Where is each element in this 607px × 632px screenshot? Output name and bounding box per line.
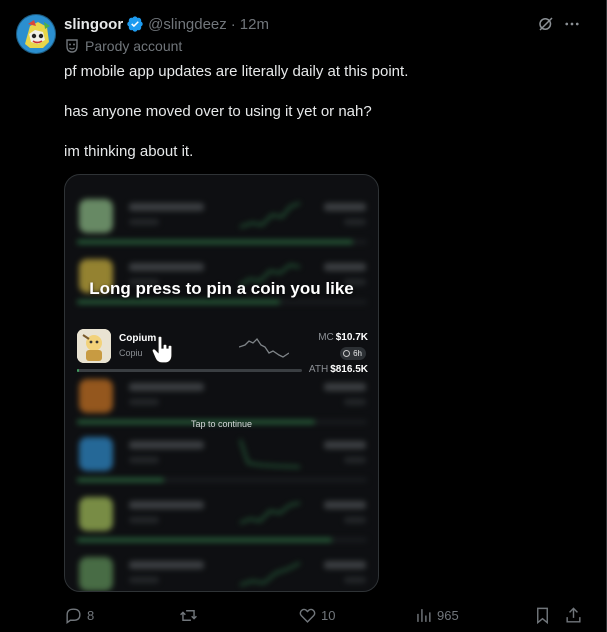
more-options-icon[interactable] (561, 13, 583, 35)
theater-mask-icon (64, 38, 80, 54)
share-icon (566, 606, 581, 623)
like-button[interactable]: 10 (298, 603, 335, 627)
retweet-icon (180, 609, 197, 621)
clock-icon (343, 350, 351, 357)
timestamp[interactable]: 12m (240, 16, 269, 33)
tutorial-dim-overlay (65, 175, 378, 591)
coin-thumbnail (77, 329, 111, 363)
tweet-text-line: pf mobile app updates are literally dail… (64, 63, 409, 80)
analytics-icon (417, 608, 431, 622)
tweet-article[interactable]: slingoor @slingdeez · 12m Parody account… (0, 0, 607, 632)
ath-value: $816.5K (330, 364, 368, 375)
tweet-header: slingoor @slingdeez · 12m (64, 14, 269, 34)
bookmark-icon (537, 607, 548, 624)
tweet-text-line: has anyone moved over to using it yet or… (64, 103, 372, 120)
tweet-media-image[interactable]: Long press to pin a coin you like Copium… (64, 174, 379, 592)
separator-dot: · (230, 15, 236, 33)
reply-count: 8 (87, 607, 95, 623)
bookmark-button[interactable] (533, 603, 552, 627)
avatar[interactable] (16, 14, 56, 54)
tutorial-title: Long press to pin a coin you like (89, 279, 354, 298)
progress-fill (77, 369, 80, 372)
price-sparkline (239, 337, 289, 358)
view-count: 965 (437, 607, 459, 623)
tweet-text-line: im thinking about it. (64, 143, 194, 160)
age-value: 6h (353, 349, 362, 358)
bonding-progress (77, 369, 302, 372)
tap-to-continue-hint: Tap to continue (190, 419, 253, 429)
market-cap-label: MC (318, 332, 334, 343)
age-badge: 6h (340, 347, 366, 360)
coin-ticker: Copiu (119, 348, 143, 358)
hand-pointer-icon (150, 335, 176, 365)
reply-button[interactable]: 8 (64, 603, 94, 627)
grok-icon[interactable] (535, 13, 557, 35)
all-time-high: ATH $816.5K (309, 364, 368, 375)
parody-label: Parody account (64, 38, 182, 54)
market-cap: MC $10.7K (318, 332, 368, 343)
market-cap-value: $10.7K (335, 332, 368, 343)
ath-label: ATH (308, 364, 329, 375)
display-name[interactable]: slingoor (64, 16, 123, 33)
pinned-coin-row: Copium Copiu MC $10.7K 6h ATH $816.5K (75, 327, 370, 379)
views-button[interactable]: 965 (414, 603, 459, 627)
parody-label-text: Parody account (85, 38, 183, 54)
like-count: 10 (321, 607, 336, 623)
share-button[interactable] (564, 603, 583, 627)
handle[interactable]: @slingdeez (148, 16, 227, 33)
heart-icon (299, 608, 316, 623)
reply-icon (66, 607, 81, 624)
tweet-actions-bar: 8 10 965 (64, 603, 590, 627)
verified-badge-icon (126, 15, 144, 33)
retweet-button[interactable] (179, 603, 202, 627)
